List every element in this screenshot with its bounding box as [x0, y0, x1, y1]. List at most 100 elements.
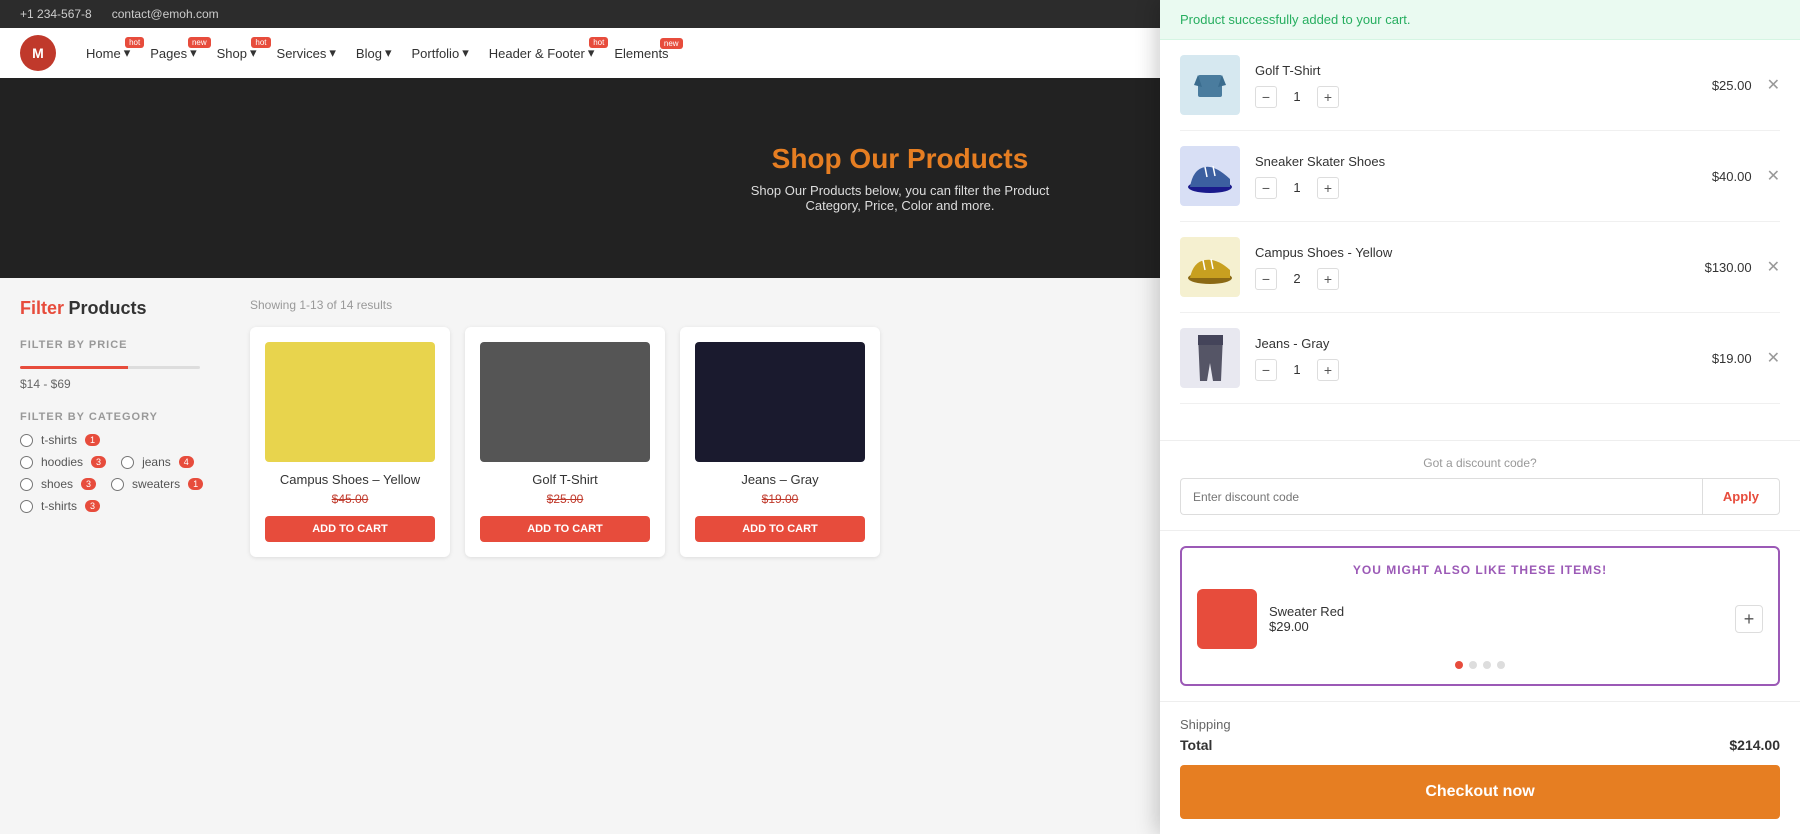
cart-item-price: $40.00	[1692, 169, 1752, 184]
upsell-product-price: $29.00	[1269, 619, 1723, 634]
filter-heading-highlight: Filter	[20, 298, 64, 318]
increase-qty-button[interactable]: +	[1317, 359, 1339, 381]
decrease-qty-button[interactable]: −	[1255, 177, 1277, 199]
discount-label: Got a discount code?	[1180, 456, 1780, 470]
upsell-product-name: Sweater Red	[1269, 604, 1723, 619]
increase-qty-button[interactable]: +	[1317, 268, 1339, 290]
category-sweaters[interactable]: sweaters 1	[111, 477, 203, 491]
filter-heading-rest: Products	[68, 298, 146, 318]
product-card: Golf T-Shirt $25.00 ADD TO CART	[465, 327, 665, 557]
upsell-product-image	[1197, 589, 1257, 649]
cart-success-banner: Product successfully added to your cart.	[1160, 0, 1800, 40]
product-card: Campus Shoes – Yellow $45.00 ADD TO CART	[250, 327, 450, 557]
sidebar: Filter Products FILTER BY PRICE $14 - $6…	[0, 278, 230, 834]
upsell-item: Sweater Red $29.00 +	[1197, 589, 1763, 649]
category-tshirts2[interactable]: t-shirts 3	[20, 499, 100, 513]
qty-value: 2	[1287, 271, 1307, 286]
nav-item-blog[interactable]: Blog ▾	[356, 45, 392, 61]
decrease-qty-button[interactable]: −	[1255, 86, 1277, 108]
nav-item-home[interactable]: Home hot ▾	[86, 45, 130, 61]
cart-item-price: $25.00	[1692, 78, 1752, 93]
cart-item-price: $130.00	[1692, 260, 1752, 275]
product-image	[480, 342, 650, 462]
increase-qty-button[interactable]: +	[1317, 177, 1339, 199]
email-address: contact@emoh.com	[112, 7, 219, 21]
nav-item-services[interactable]: Services ▾	[277, 45, 336, 61]
upsell-dot-4	[1497, 661, 1505, 669]
product-image	[265, 342, 435, 462]
cart-item-info: Jeans - Gray − 1 +	[1255, 336, 1677, 381]
nav-item-header-footer[interactable]: Header & Footer hot ▾	[489, 45, 595, 61]
cart-item: Sneaker Skater Shoes − 1 + $40.00 ✕	[1180, 131, 1780, 222]
remove-item-button[interactable]: ✕	[1767, 75, 1780, 95]
cart-item-name: Campus Shoes - Yellow	[1255, 245, 1677, 260]
product-price: $25.00	[480, 492, 650, 506]
nav-items: Home hot ▾ Pages new ▾ Shop hot ▾ Servic…	[86, 45, 669, 61]
total-row: Total $214.00	[1180, 737, 1780, 753]
qty-value: 1	[1287, 180, 1307, 195]
phone-number: +1 234-567-8	[20, 7, 92, 21]
qty-controls: − 2 +	[1255, 268, 1677, 290]
decrease-qty-button[interactable]: −	[1255, 268, 1277, 290]
upsell-add-button[interactable]: +	[1735, 605, 1763, 633]
category-shoes[interactable]: shoes 3	[20, 477, 96, 491]
cart-footer: Shipping Total $214.00 Checkout now	[1160, 701, 1800, 834]
product-image	[695, 342, 865, 462]
nav-item-shop[interactable]: Shop hot ▾	[217, 45, 257, 61]
qty-value: 1	[1287, 362, 1307, 377]
add-to-cart-button[interactable]: ADD TO CART	[265, 516, 435, 542]
qty-controls: − 1 +	[1255, 359, 1677, 381]
remove-item-button[interactable]: ✕	[1767, 166, 1780, 186]
total-label: Total	[1180, 737, 1212, 753]
upsell-dot-1	[1455, 661, 1463, 669]
filter-by-price-label: FILTER BY PRICE	[20, 339, 210, 351]
cart-item-price: $19.00	[1692, 351, 1752, 366]
remove-item-button[interactable]: ✕	[1767, 257, 1780, 277]
hero-title: Shop Our Products	[750, 143, 1050, 175]
remove-item-button[interactable]: ✕	[1767, 348, 1780, 368]
cart-item-name: Golf T-Shirt	[1255, 63, 1677, 78]
add-to-cart-button[interactable]: ADD TO CART	[480, 516, 650, 542]
upsell-dots	[1197, 661, 1763, 669]
nav-item-elements[interactable]: Elements new	[614, 46, 668, 61]
cart-item-name: Jeans - Gray	[1255, 336, 1677, 351]
cart-items-list: Golf T-Shirt − 1 + $25.00 ✕ Sneaker Skat…	[1160, 40, 1800, 440]
price-range-bar[interactable]	[20, 366, 200, 369]
upsell-title: YOU MIGHT ALSO LIKE THESE ITEMS!	[1197, 563, 1763, 577]
cart-totals: Shipping Total $214.00	[1180, 717, 1780, 753]
product-price: $45.00	[265, 492, 435, 506]
cart-item-image	[1180, 328, 1240, 388]
category-jeans[interactable]: jeans 4	[121, 455, 194, 469]
discount-input[interactable]	[1180, 478, 1702, 515]
category-hoodies[interactable]: hoodies 3	[20, 455, 106, 469]
qty-value: 1	[1287, 89, 1307, 104]
shipping-row: Shipping	[1180, 717, 1780, 732]
decrease-qty-button[interactable]: −	[1255, 359, 1277, 381]
qty-controls: − 1 +	[1255, 177, 1677, 199]
nav-item-pages[interactable]: Pages new ▾	[150, 45, 196, 61]
cart-panel: Product successfully added to your cart.…	[1160, 0, 1800, 834]
cart-item-info: Sneaker Skater Shoes − 1 +	[1255, 154, 1677, 199]
cart-item-image	[1180, 55, 1240, 115]
upsell-product-info: Sweater Red $29.00	[1269, 604, 1723, 634]
product-name: Campus Shoes – Yellow	[265, 472, 435, 487]
checkout-button[interactable]: Checkout now	[1180, 765, 1780, 819]
increase-qty-button[interactable]: +	[1317, 86, 1339, 108]
site-logo[interactable]: M	[20, 35, 56, 71]
cart-item: Campus Shoes - Yellow − 2 + $130.00 ✕	[1180, 222, 1780, 313]
shipping-label: Shipping	[1180, 717, 1231, 732]
apply-button[interactable]: Apply	[1702, 478, 1780, 515]
top-bar-left: +1 234-567-8 contact@emoh.com	[20, 7, 219, 21]
add-to-cart-button[interactable]: ADD TO CART	[695, 516, 865, 542]
cart-item-info: Campus Shoes - Yellow − 2 +	[1255, 245, 1677, 290]
total-amount: $214.00	[1729, 737, 1780, 753]
success-message: Product successfully added to your cart.	[1180, 12, 1411, 27]
category-list: t-shirts 1 hoodies 3 jeans 4	[20, 433, 210, 521]
category-tshirts[interactable]: t-shirts 1	[20, 433, 100, 447]
cart-item-image	[1180, 146, 1240, 206]
filter-by-category-label: FILTER BY CATEGORY	[20, 411, 210, 423]
cart-item-name: Sneaker Skater Shoes	[1255, 154, 1677, 169]
product-name: Golf T-Shirt	[480, 472, 650, 487]
price-range-text: $14 - $69	[20, 377, 210, 391]
nav-item-portfolio[interactable]: Portfolio ▾	[411, 45, 468, 61]
